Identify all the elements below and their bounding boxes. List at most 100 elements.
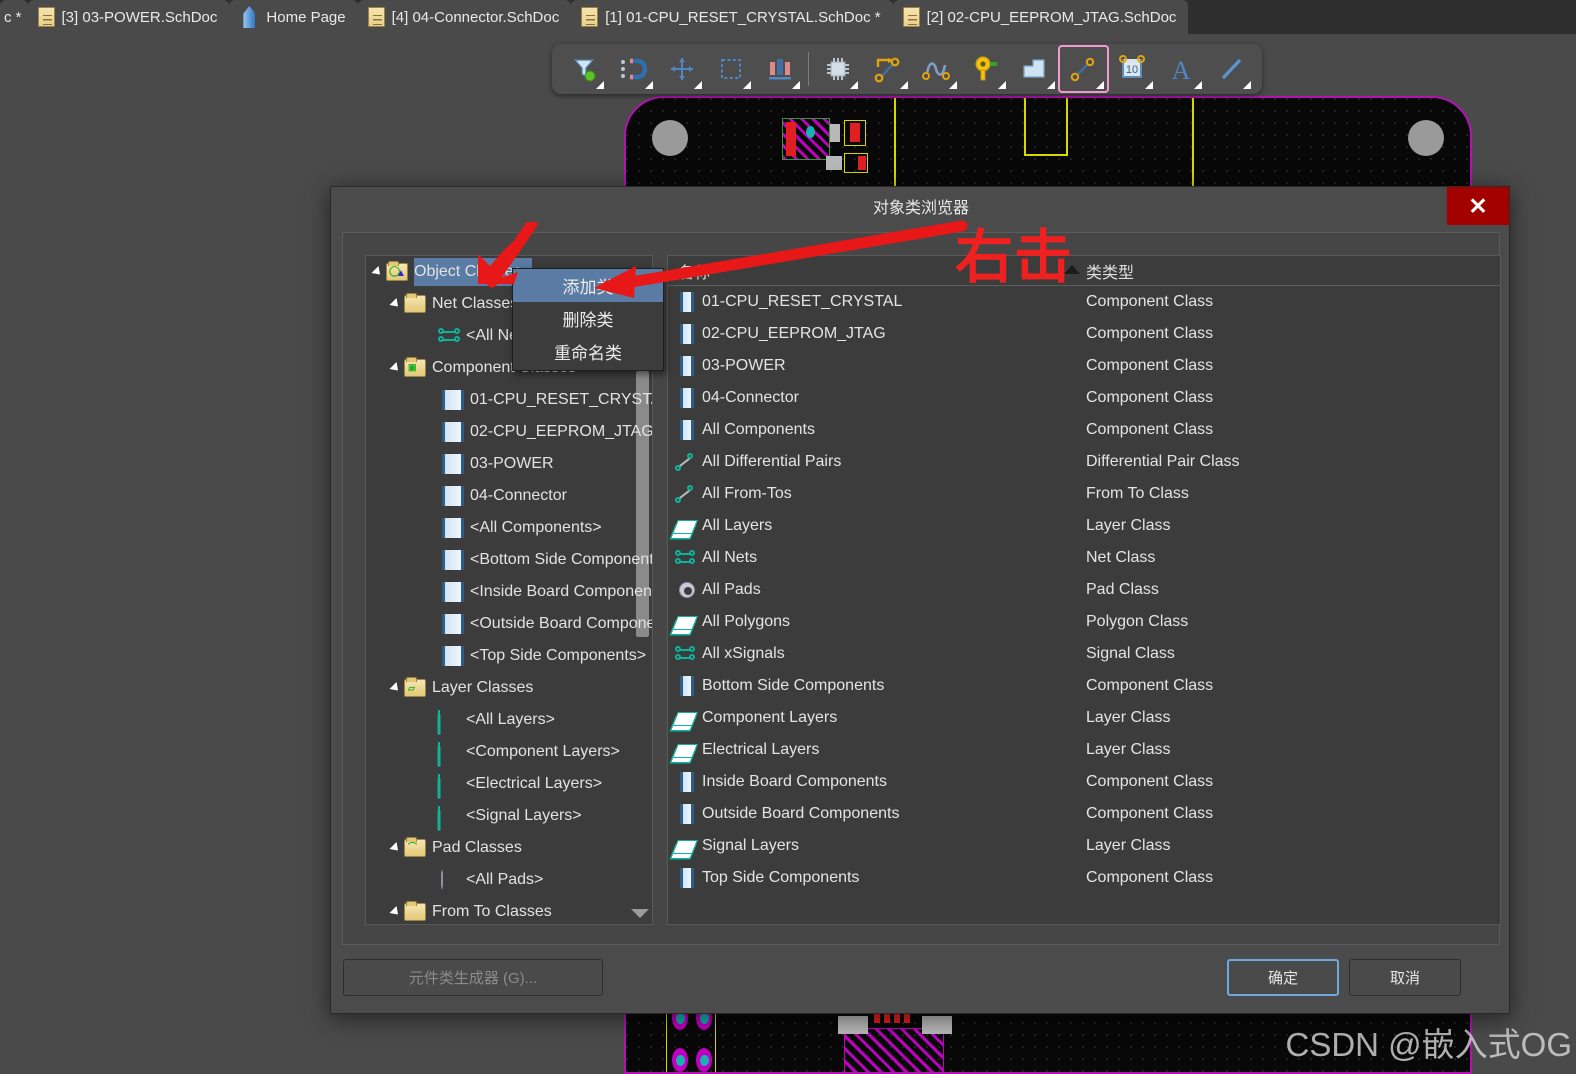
table-row[interactable]: All Pads Pad Class xyxy=(668,574,1500,606)
table-row[interactable]: All Nets Net Class xyxy=(668,542,1500,574)
cell-type: Layer Class xyxy=(1086,517,1171,534)
tree-node-inside-board-components[interactable]: <Inside Board Components> xyxy=(366,576,652,608)
tree-node-layer-classes[interactable]: ▱ Layer Classes xyxy=(366,672,652,704)
component-class-generator-button[interactable]: 元件类生成器 (G)... xyxy=(343,959,603,996)
tab-partial[interactable]: c * xyxy=(0,0,28,34)
filter-icon[interactable] xyxy=(560,47,607,91)
table-row[interactable]: 02-CPU_EEPROM_JTAG Component Class xyxy=(668,318,1500,350)
tab-01-cpu-reset-crystal[interactable]: [1] 01-CPU_RESET_CRYSTAL.SchDoc * xyxy=(571,0,893,34)
tree-node-signal-layers[interactable]: <Signal Layers> xyxy=(366,800,652,832)
tree-node-label: <Bottom Side Components> xyxy=(470,551,653,568)
cell-name: Outside Board Components xyxy=(702,805,900,822)
table-row[interactable]: 03-POWER Component Class xyxy=(668,350,1500,382)
document-icon xyxy=(367,7,385,27)
table-row[interactable]: 04-Connector Component Class xyxy=(668,382,1500,414)
selection-rectangle-icon[interactable] xyxy=(707,47,754,91)
cell-name: All Layers xyxy=(702,517,773,534)
tree-node-01-cpu-reset-crystal[interactable]: 01-CPU_RESET_CRYSTAL xyxy=(366,384,652,416)
sinuous-trace-icon[interactable] xyxy=(913,47,960,91)
cell-type: Signal Class xyxy=(1086,645,1175,662)
tab-03-power[interactable]: [3] 03-POWER.SchDoc xyxy=(27,0,230,34)
tree-node-pad-classes[interactable]: ⌒ Pad Classes xyxy=(366,832,652,864)
move-crosshair-icon[interactable] xyxy=(658,47,705,91)
net-icon xyxy=(675,550,695,566)
tab-02-cpu-eeprom-jtag[interactable]: [2] 02-CPU_EEPROM_JTAG.SchDoc xyxy=(892,0,1189,34)
tree-node-label: <All Layers> xyxy=(466,711,555,728)
tree-node-label: From To Classes xyxy=(432,903,552,920)
tree-node-03-power[interactable]: 03-POWER xyxy=(366,448,652,480)
tree-node-from-to-classes[interactable]: From To Classes xyxy=(366,896,652,924)
tab-label: c * xyxy=(4,8,22,26)
tree-node-all-pads[interactable]: <All Pads> xyxy=(366,864,652,896)
tab-label: [4] 04-Connector.SchDoc xyxy=(391,8,560,26)
column-header-class-type[interactable]: 类类型 xyxy=(1086,259,1134,283)
chip-icon xyxy=(680,356,694,376)
tab-home-page[interactable]: Home Page xyxy=(229,0,358,34)
document-icon xyxy=(581,7,599,27)
context-menu-item-delete-class[interactable]: 删除类 xyxy=(513,302,663,335)
tree-node-electrical-layers[interactable]: <Electrical Layers> xyxy=(366,768,652,800)
table-row[interactable]: Electrical Layers Layer Class xyxy=(668,734,1500,766)
dimension-10-icon[interactable]: 10 xyxy=(1109,47,1156,91)
chip-icon xyxy=(680,868,694,888)
cell-type: Net Class xyxy=(1086,549,1156,566)
table-row[interactable]: Inside Board Components Component Class xyxy=(668,766,1500,798)
layers-icon xyxy=(672,520,698,534)
differential-pair-route-icon[interactable] xyxy=(1057,45,1109,93)
table-row[interactable]: All Components Component Class xyxy=(668,414,1500,446)
tree-node-outside-board-components[interactable]: <Outside Board Components> xyxy=(366,608,652,640)
class-list-panel[interactable]: 名称 类类型 01-CPU_RESET_CRYSTALComponent Cla… xyxy=(667,255,1501,925)
table-row[interactable]: Component Layers Layer Class xyxy=(668,702,1500,734)
cell-type: Component Class xyxy=(1086,677,1214,694)
tab-04-connector[interactable]: [4] 04-Connector.SchDoc xyxy=(357,0,572,34)
cell-name: Electrical Layers xyxy=(702,741,820,758)
line-icon[interactable] xyxy=(1207,47,1254,91)
tree-node-04-connector[interactable]: 04-Connector xyxy=(366,480,652,512)
context-menu-item-rename-class[interactable]: 重命名类 xyxy=(513,335,663,368)
watermark: CSDN @嵌入式OG xyxy=(1285,1026,1572,1063)
tree-node-label: <Electrical Layers> xyxy=(466,775,603,792)
dimension-icon[interactable] xyxy=(756,47,803,91)
pad-icon[interactable] xyxy=(962,47,1009,91)
table-row[interactable]: Signal Layers Layer Class xyxy=(668,830,1500,862)
cell-type: Component Class xyxy=(1086,869,1214,886)
ok-button[interactable]: 确定 xyxy=(1227,959,1339,996)
close-icon[interactable]: ✕ xyxy=(1447,187,1509,225)
tree-node-02-cpu-eeprom-jtag[interactable]: 02-CPU_EEPROM_JTAG xyxy=(366,416,652,448)
cell-name: Signal Layers xyxy=(702,837,799,854)
tree-node-component-layers[interactable]: <Component Layers> xyxy=(366,736,652,768)
cell-name: Inside Board Components xyxy=(702,773,887,790)
tree-node-all-components[interactable]: <All Components> xyxy=(366,512,652,544)
pad-icon xyxy=(441,870,443,889)
table-row[interactable]: All Polygons Polygon Class xyxy=(668,606,1500,638)
pcb-placement-toolbar: 10 A xyxy=(552,44,1262,94)
net-icon xyxy=(675,646,695,662)
table-row[interactable]: Outside Board Components Component Class xyxy=(668,798,1500,830)
expand-triangle-icon[interactable] xyxy=(371,265,384,279)
chip-icon xyxy=(442,550,464,570)
table-row[interactable]: All Differential Pairs Differential Pair … xyxy=(668,446,1500,478)
layers-icon xyxy=(672,712,698,726)
table-row[interactable]: All Layers Layer Class xyxy=(668,510,1500,542)
cancel-button[interactable]: 取消 xyxy=(1349,959,1461,996)
tree-node-label: Net Classes xyxy=(432,295,519,312)
table-row[interactable]: Top Side Components Component Class xyxy=(668,862,1500,894)
text-string-icon[interactable]: A xyxy=(1158,47,1205,91)
annotation-arrow-to-object-classes xyxy=(478,222,538,288)
cell-name: Bottom Side Components xyxy=(702,677,885,694)
component-chip-icon[interactable] xyxy=(814,47,861,91)
toolbar-separator xyxy=(808,52,810,86)
table-row[interactable]: All xSignals Signal Class xyxy=(668,638,1500,670)
tree-node-bottom-side-components[interactable]: <Bottom Side Components> xyxy=(366,544,652,576)
tree-node-top-side-components[interactable]: <Top Side Components> xyxy=(366,640,652,672)
tree-node-label: <Signal Layers> xyxy=(466,807,582,824)
table-row[interactable]: Bottom Side Components Component Class xyxy=(668,670,1500,702)
magnet-snap-icon[interactable] xyxy=(609,47,656,91)
layers-icon xyxy=(438,710,440,729)
route-trace-icon[interactable] xyxy=(863,47,910,91)
cell-type: Layer Class xyxy=(1086,837,1171,854)
tree-node-all-layers[interactable]: <All Layers> xyxy=(366,704,652,736)
tree-node-label: 02-CPU_EEPROM_JTAG xyxy=(470,423,653,440)
table-row[interactable]: All From-Tos From To Class xyxy=(668,478,1500,510)
polygon-pour-icon[interactable] xyxy=(1011,47,1058,91)
